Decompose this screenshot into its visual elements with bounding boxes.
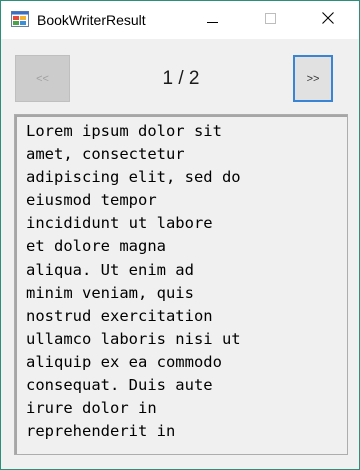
- minimize-button[interactable]: [189, 1, 235, 39]
- minimize-icon: [206, 11, 218, 29]
- page-text-box[interactable]: Lorem ipsum dolor sit amet, consectetur …: [14, 114, 348, 455]
- title-bar[interactable]: BookWriterResult: [1, 1, 359, 39]
- page-text: Lorem ipsum dolor sit amet, consectetur …: [26, 122, 241, 441]
- maximize-button[interactable]: [247, 1, 293, 39]
- previous-page-button[interactable]: <<: [15, 55, 70, 102]
- next-page-button[interactable]: >>: [293, 55, 333, 102]
- close-button[interactable]: [305, 1, 351, 39]
- app-window: BookWriterResult << 1 / 2 >> Lorem ipsum…: [0, 0, 360, 470]
- page-indicator: 1 / 2: [162, 68, 200, 89]
- maximize-icon: [264, 11, 276, 29]
- windows-form-icon: [11, 11, 29, 27]
- close-icon: [322, 11, 334, 29]
- window-title: BookWriterResult: [37, 12, 146, 28]
- navigation-toolbar: << 1 / 2 >>: [1, 39, 359, 111]
